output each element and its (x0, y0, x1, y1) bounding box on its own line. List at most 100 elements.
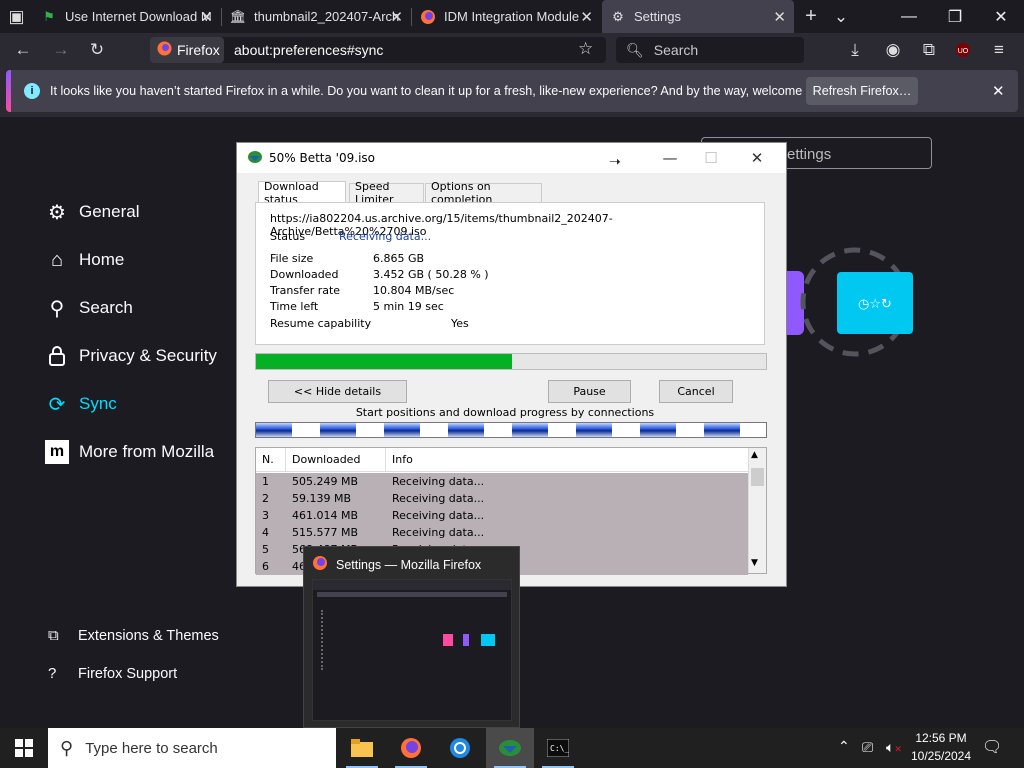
tab-2[interactable]: 🏛 thumbnail2_202407-Arch ✕ (222, 0, 411, 33)
minimize-button[interactable]: — (647, 143, 693, 173)
chevron-up-icon[interactable]: ⌃ (838, 738, 850, 755)
taskbar-search-input[interactable]: ⚲ Type here to search (48, 728, 336, 768)
tab-download-status[interactable]: Download status (258, 180, 346, 206)
back-icon[interactable]: ← (8, 33, 38, 66)
close-icon[interactable]: ✕ (773, 8, 786, 26)
close-button[interactable]: ✕ (734, 143, 780, 173)
search-icon: 🔍︎ (626, 41, 644, 58)
scroll-thumb[interactable] (751, 468, 764, 486)
svg-text:◷☆↻: ◷☆↻ (858, 297, 892, 312)
menu-icon[interactable]: ≡ (984, 33, 1014, 66)
link-label: Extensions & Themes (78, 627, 219, 644)
firefox-taskbar-icon[interactable] (387, 728, 435, 768)
tab-strip: ▣ ⚑ Use Internet Download M ✕ 🏛 thumbnai… (0, 0, 1024, 33)
tab-3[interactable]: IDM Integration Module ✕ (412, 0, 601, 33)
reload-icon[interactable]: ↻ (82, 33, 112, 66)
preview-title: Settings — Mozilla Firefox (336, 557, 482, 572)
file-explorer-icon[interactable] (338, 728, 386, 768)
tab-title: Settings (634, 9, 681, 24)
hide-details-button[interactable]: << Hide details (268, 380, 407, 403)
tab-4-active[interactable]: ⚙ Settings ✕ (602, 0, 794, 33)
minimize-button[interactable]: — (886, 0, 932, 33)
volume-icon[interactable]: 🔈︎✕ (886, 739, 902, 756)
search-bar[interactable]: 🔍︎ Search (616, 37, 804, 63)
forward-icon[interactable]: → (46, 33, 76, 66)
account-icon[interactable]: ◉ (878, 33, 908, 66)
new-tab-button[interactable]: + (796, 0, 826, 33)
connection-segment (704, 423, 740, 437)
scroll-down-icon[interactable]: ▼ (751, 558, 758, 568)
close-window-button[interactable]: ✕ (978, 0, 1024, 33)
progress-bar (255, 353, 767, 370)
refresh-firefox-button[interactable]: Refresh Firefox… (806, 77, 918, 105)
column-header-n[interactable]: N. (256, 448, 286, 471)
bookmark-star-icon[interactable]: ☆ (578, 39, 593, 59)
taskbar-search-placeholder: Type here to search (85, 739, 218, 757)
clock-time[interactable]: 12:56 PM (906, 731, 976, 745)
identity-box[interactable]: Firefox (150, 37, 224, 63)
sidebar-item-sync[interactable]: ⟳ Sync (45, 392, 117, 416)
cell-downloaded: 461.014 MB (292, 509, 359, 522)
sidebar-item-search[interactable]: ⚲ Search (45, 296, 133, 320)
pause-button[interactable]: Pause (548, 380, 631, 403)
table-row[interactable]: 4 515.577 MB Receiving data... (256, 524, 748, 541)
ublock-icon[interactable]: UO (948, 33, 978, 66)
gear-icon: ⚙ (612, 8, 624, 24)
cancel-button[interactable]: Cancel (659, 380, 733, 403)
chrome-icon[interactable] (436, 728, 484, 768)
sidebar-item-general[interactable]: ⚙ General (45, 200, 139, 224)
taskbar-preview[interactable]: Settings — Mozilla Firefox (303, 546, 520, 728)
lock-icon (45, 344, 69, 368)
table-row[interactable]: 2 59.139 MB Receiving data... (256, 490, 748, 507)
sidebar-item-label: More from Mozilla (79, 442, 215, 461)
identity-label: Firefox (177, 42, 220, 58)
table-row[interactable]: 1 505.249 MB Receiving data... (256, 473, 748, 490)
extensions-themes-link[interactable]: ⧉ Extensions & Themes (48, 627, 219, 644)
column-header-downloaded[interactable]: Downloaded (286, 448, 386, 471)
cell-info: Receiving data... (392, 526, 485, 539)
close-icon[interactable]: ✕ (200, 8, 213, 26)
sidebar-item-home[interactable]: ⌂ Home (45, 248, 124, 272)
close-icon[interactable]: ✕ (992, 82, 1005, 100)
restore-button[interactable]: ❐ (932, 0, 978, 33)
firefox-support-link[interactable]: ? Firefox Support (48, 665, 177, 682)
extensions-icon[interactable]: ⧉ (914, 33, 944, 66)
search-placeholder: Search (653, 42, 699, 58)
windows-start-icon[interactable] (0, 728, 48, 768)
url-bar[interactable]: Firefox about:preferences#sync ☆ (150, 37, 606, 63)
cell-n: 6 (262, 560, 269, 573)
url-text: about:preferences#sync (234, 42, 384, 58)
downloads-icon[interactable]: ⤓ (840, 33, 870, 66)
cell-info: Receiving data... (392, 492, 485, 505)
sidebar-item-privacy[interactable]: Privacy & Security (45, 344, 217, 368)
windows-taskbar: ⚲ Type here to search C:\_ ⌃ ⎚ 🔈︎✕ 12:56… (0, 728, 1024, 768)
column-header-info[interactable]: Info (386, 448, 748, 471)
cell-downloaded: 59.139 MB (292, 492, 352, 505)
terminal-icon[interactable]: C:\_ (534, 728, 582, 768)
close-icon[interactable]: ✕ (580, 8, 593, 26)
close-icon[interactable]: ✕ (390, 8, 403, 26)
firefox-view-icon[interactable]: ▣ (0, 0, 33, 33)
table-header: N. Downloaded Info (256, 448, 748, 472)
nav-bar: ← → ↻ Firefox about:preferences#sync ☆ 🔍… (0, 33, 1024, 66)
notification-center-icon[interactable]: 🗨︎ (982, 737, 1002, 757)
network-icon[interactable]: ⎚ (862, 739, 873, 756)
tab-options-completion[interactable]: Options on completion (425, 180, 542, 206)
scroll-up-icon[interactable]: ▲ (751, 450, 758, 460)
flag-icon: ⚑ (43, 8, 55, 24)
svg-text:UO: UO (958, 48, 969, 55)
sidebar-item-mozilla[interactable]: m More from Mozilla (45, 440, 214, 464)
tab-speed-limiter[interactable]: Speed Limiter (349, 180, 424, 206)
notification-text: It looks like you haven’t started Firefo… (50, 84, 836, 98)
table-row[interactable]: 3 461.014 MB Receiving data... (256, 507, 748, 524)
firefox-icon (420, 9, 436, 25)
status-label: Status (270, 230, 306, 243)
arrow-icon: ➝ (609, 154, 621, 170)
tab-list-button[interactable]: ⌄ (826, 0, 856, 33)
tab-1[interactable]: ⚑ Use Internet Download M ✕ (33, 0, 221, 33)
vertical-scrollbar[interactable]: ▲ ▼ (748, 448, 766, 573)
idm-taskbar-icon[interactable] (486, 728, 534, 768)
field-value: 10.804 MB/sec (373, 284, 455, 297)
field-label: Transfer rate (270, 284, 341, 297)
clock-date[interactable]: 10/25/2024 (906, 749, 976, 763)
